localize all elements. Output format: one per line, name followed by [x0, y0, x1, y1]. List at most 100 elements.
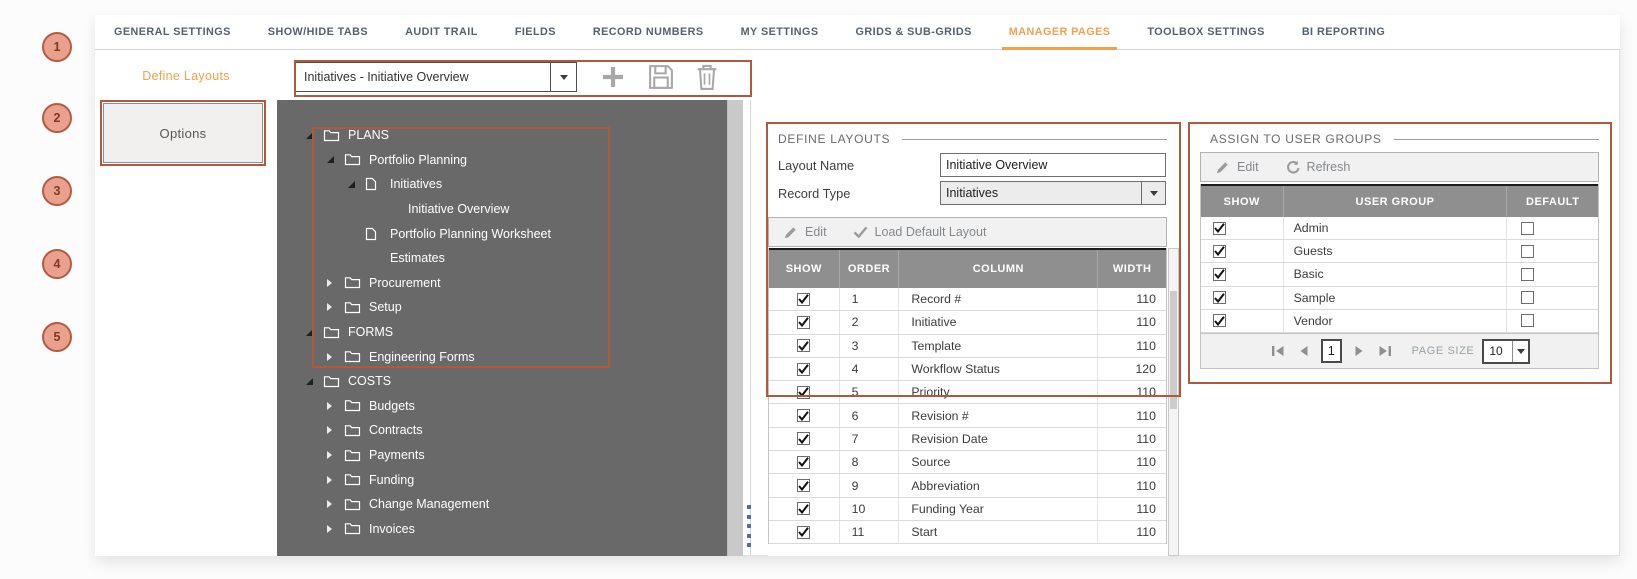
tab-grids-sub-grids[interactable]: GRIDS & SUB-GRIDS [856, 15, 972, 49]
record-type-select[interactable]: Initiatives [940, 181, 1166, 205]
last-page-button[interactable] [1376, 341, 1394, 361]
tree-item-engineering-forms[interactable]: Engineering Forms [277, 344, 727, 369]
panel-splitter[interactable] [750, 100, 751, 556]
tree-item-initiatives[interactable]: Initiatives [277, 172, 727, 197]
page-size-dropdown-button[interactable] [1512, 340, 1528, 362]
tree-item-setup[interactable]: Setup [277, 295, 727, 320]
tree-item-invoices[interactable]: Invoices [277, 517, 727, 542]
tree-toggle-collapsed-icon[interactable] [326, 352, 344, 362]
record-type-dropdown-button[interactable] [1141, 182, 1165, 204]
default-checkbox-unchecked[interactable] [1521, 267, 1535, 281]
tree-toggle-expanded-icon[interactable] [326, 155, 344, 164]
default-checkbox-unchecked[interactable] [1521, 291, 1535, 305]
previous-page-button[interactable] [1295, 341, 1313, 361]
show-checkbox-checked[interactable] [797, 432, 811, 446]
tree-toggle-expanded-icon[interactable] [347, 180, 365, 189]
columns-grid-scrollbar[interactable] [1168, 248, 1179, 556]
tab-record-numbers[interactable]: RECORD NUMBERS [593, 15, 704, 49]
tree-item-label: Payments [369, 448, 425, 463]
tab-my-settings[interactable]: MY SETTINGS [741, 15, 819, 49]
tree-toggle-collapsed-icon[interactable] [326, 302, 344, 312]
table-row: 7 Revision Date 110 [769, 427, 1166, 452]
tree-item-procurement[interactable]: Procurement [277, 271, 727, 296]
tree-toggle-collapsed-icon[interactable] [326, 278, 344, 288]
default-checkbox-unchecked[interactable] [1521, 221, 1535, 235]
sidebar-item-define-layouts[interactable]: Define Layouts [95, 69, 277, 83]
splitter-grip-icon[interactable] [745, 505, 753, 547]
tree-item-initiative-overview[interactable]: Initiative Overview [277, 197, 727, 222]
layout-picker-select[interactable]: Initiatives - Initiative Overview [295, 62, 577, 92]
tab-fields[interactable]: FIELDS [515, 15, 556, 49]
layout-picker-dropdown-button[interactable] [550, 63, 576, 91]
annotation-marker-4: 4 [42, 249, 72, 279]
show-checkbox-checked[interactable] [797, 339, 811, 353]
tree-item-portfolio-planning[interactable]: Portfolio Planning [277, 148, 727, 173]
tree-toggle-collapsed-icon[interactable] [326, 499, 344, 509]
tab-manager-pages[interactable]: MANAGER PAGES [1001, 15, 1118, 50]
show-checkbox-checked[interactable] [1213, 267, 1226, 281]
tab-toolbox-settings[interactable]: TOOLBOX SETTINGS [1147, 15, 1264, 49]
tree-item-funding[interactable]: Funding [277, 467, 727, 492]
edit-user-groups-button[interactable]: Edit [1215, 160, 1259, 175]
show-checkbox-checked[interactable] [797, 502, 811, 516]
default-checkbox-unchecked[interactable] [1521, 244, 1535, 258]
cell-column: Funding Year [898, 497, 1097, 520]
current-page-input[interactable]: 1 [1320, 339, 1342, 363]
tab-general-settings[interactable]: GENERAL SETTINGS [114, 15, 231, 49]
show-checkbox-checked[interactable] [797, 292, 811, 306]
tree-item-forms[interactable]: FORMS [277, 320, 727, 345]
tree-item-portfolio-planning-worksheet[interactable]: Portfolio Planning Worksheet [277, 221, 727, 246]
next-page-button[interactable] [1350, 341, 1368, 361]
tree-item-budgets[interactable]: Budgets [277, 394, 727, 419]
show-checkbox-checked[interactable] [797, 385, 811, 399]
tree-toggle-expanded-icon[interactable] [305, 131, 323, 140]
edit-columns-button[interactable]: Edit [783, 225, 827, 240]
table-row: 1 Record #110 [769, 288, 1166, 312]
show-checkbox-checked[interactable] [1213, 221, 1226, 235]
cell-show [1201, 263, 1283, 285]
tab-bi-reporting[interactable]: BI REPORTING [1302, 15, 1385, 49]
tree-item-contracts[interactable]: Contracts [277, 418, 727, 443]
cell-user-group: Sample [1282, 286, 1507, 309]
tree-item-plans[interactable]: PLANS [277, 123, 727, 148]
refresh-user-groups-button[interactable]: Refresh [1285, 160, 1350, 175]
tree-toggle-collapsed-icon[interactable] [326, 425, 344, 435]
tab-audit-trail[interactable]: AUDIT TRAIL [405, 15, 478, 49]
tree-toggle-collapsed-icon[interactable] [326, 401, 344, 411]
show-checkbox-checked[interactable] [1213, 244, 1226, 258]
cell-show [769, 358, 839, 380]
tree-toggle-expanded-icon[interactable] [305, 377, 323, 386]
page-size-select[interactable]: 10 [1482, 338, 1531, 364]
default-checkbox-unchecked[interactable] [1521, 314, 1535, 328]
table-row: 6 Revision #110 [769, 404, 1166, 428]
show-checkbox-checked[interactable] [797, 362, 811, 376]
first-page-button[interactable] [1269, 341, 1287, 361]
load-default-layout-button[interactable]: Load Default Layout [853, 225, 986, 239]
tree-toggle-collapsed-icon[interactable] [326, 475, 344, 485]
show-checkbox-checked[interactable] [797, 409, 811, 423]
tree-item-payments[interactable]: Payments [277, 443, 727, 468]
cell-order: 9 [838, 474, 899, 497]
show-checkbox-checked[interactable] [797, 479, 811, 493]
tree-item-change-management[interactable]: Change Management [277, 492, 727, 517]
show-checkbox-checked[interactable] [797, 455, 811, 469]
tree-toggle-collapsed-icon[interactable] [326, 450, 344, 460]
delete-layout-button[interactable] [691, 61, 723, 93]
options-button[interactable]: Options [103, 103, 263, 163]
tree-item-label: Budgets [369, 398, 415, 413]
show-checkbox-checked[interactable] [797, 525, 811, 539]
tree-toggle-collapsed-icon[interactable] [326, 524, 344, 534]
tree-scrollbar[interactable] [727, 100, 743, 556]
scrollbar-thumb[interactable] [1170, 291, 1177, 409]
show-checkbox-checked[interactable] [1213, 314, 1226, 328]
show-checkbox-checked[interactable] [1213, 291, 1226, 305]
tree-item-costs[interactable]: COSTS [277, 369, 727, 394]
save-layout-button[interactable] [645, 61, 677, 93]
tree-item-estimates[interactable]: Estimates [277, 246, 727, 271]
layout-name-input[interactable] [940, 153, 1166, 177]
add-layout-button[interactable] [597, 61, 629, 93]
cell-show [769, 521, 839, 543]
tab-show-hide-tabs[interactable]: SHOW/HIDE TABS [268, 15, 368, 49]
show-checkbox-checked[interactable] [797, 315, 811, 329]
tree-toggle-expanded-icon[interactable] [305, 328, 323, 337]
